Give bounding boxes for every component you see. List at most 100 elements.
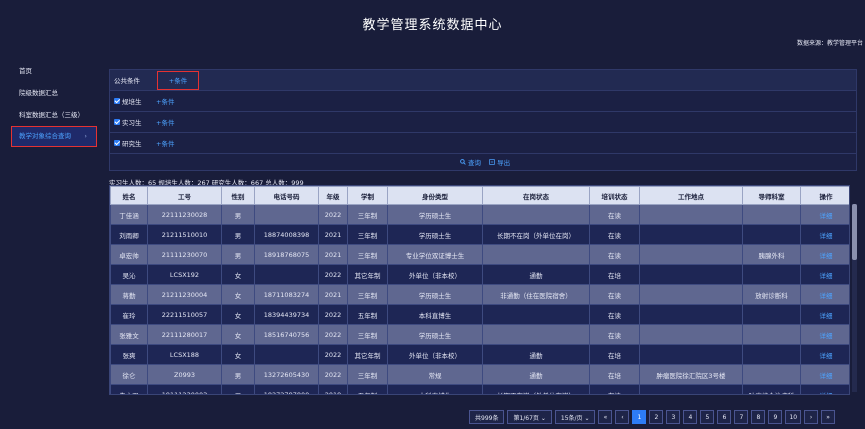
table-cell: 21211510010 xyxy=(147,224,222,245)
table-cell: 放射诊断科 xyxy=(742,284,801,305)
checkbox-graduate[interactable] xyxy=(114,140,120,146)
detail-link[interactable]: 详细 xyxy=(800,304,849,325)
page-number-button[interactable]: 7 xyxy=(734,410,749,424)
table-cell: 崔玲 xyxy=(110,304,148,325)
table-cell: 在培 xyxy=(589,264,640,285)
page-number-button[interactable]: 6 xyxy=(717,410,732,424)
table-cell: 学历硕士生 xyxy=(387,204,483,225)
table-cell: 长期不在岗（外单位在岗） xyxy=(482,224,590,245)
table-cell: 18394439734 xyxy=(254,304,319,325)
table-cell: 在培 xyxy=(589,344,640,365)
table-cell: 2022 xyxy=(318,344,348,365)
table-cell xyxy=(639,304,743,325)
table-cell: 18516740756 xyxy=(254,324,319,345)
page-number-button[interactable]: 8 xyxy=(751,410,766,424)
detail-link[interactable]: 详细 xyxy=(800,364,849,385)
add-condition-button[interactable]: +条件 xyxy=(156,138,174,148)
table-cell: 学历硕士生 xyxy=(387,224,483,245)
page-number-button[interactable]: 9 xyxy=(768,410,783,424)
table-cell xyxy=(742,324,801,345)
table-cell: 2021 xyxy=(318,244,348,265)
page-numbers: 1 2 3 4 5 6 7 8 9 10 xyxy=(632,410,802,424)
table-cell: 在读 xyxy=(589,284,640,305)
page-number-button[interactable]: 4 xyxy=(683,410,698,424)
filter-row-resident: 规培生 +条件 xyxy=(109,90,857,111)
add-condition-button[interactable]: +条件 xyxy=(157,70,199,90)
query-button[interactable]: 查询 xyxy=(460,157,481,167)
prev-page-button[interactable]: ‹ xyxy=(615,410,630,424)
table-row: 徐仑 Z0993 男 13272605430 2022 三年制 常规 通勤 在培 肿瘤医院徐汇院区… xyxy=(110,364,849,385)
column-header: 培训状态 xyxy=(589,186,640,205)
table-cell: 在读 xyxy=(589,384,640,394)
detail-link[interactable]: 详细 xyxy=(800,384,849,394)
table-cell: Z0993 xyxy=(147,364,222,385)
detail-link[interactable]: 详细 xyxy=(800,264,849,285)
page-number-button[interactable]: 1 xyxy=(632,410,647,424)
next-page-button[interactable]: › xyxy=(804,410,819,424)
table-header: 姓名 工号 性别 电话号码 年级 学制 身份类型 在岗状态 培训状态 工作地点 导师科室 操作 xyxy=(110,186,849,205)
table-cell xyxy=(482,204,590,225)
export-icon xyxy=(489,159,495,165)
table-cell xyxy=(742,204,801,225)
sidebar-item-teaching-object-query[interactable]: 教学对象综合查询 › xyxy=(11,126,97,147)
table-cell: 外单位（非本校） xyxy=(387,264,483,285)
table-cell: 女 xyxy=(221,324,255,345)
add-condition-button[interactable]: +条件 xyxy=(156,96,174,106)
table-cell: 吴沁 xyxy=(110,264,148,285)
detail-link[interactable]: 详细 xyxy=(800,204,849,225)
table-cell: 三年制 xyxy=(347,364,388,385)
table-cell: 张爽 xyxy=(110,344,148,365)
sidebar-item-department-summary[interactable]: 科室数据汇总（三级） xyxy=(0,104,100,126)
table-cell: 通勤 xyxy=(482,264,590,285)
table-cell: 外单位（非本校） xyxy=(387,344,483,365)
results-table: 姓名 工号 性别 电话号码 年级 学制 身份类型 在岗状态 培训状态 工作地点 导师科室 操作 丁佳涵… xyxy=(109,185,850,395)
table-cell xyxy=(254,204,319,225)
table-cell xyxy=(639,204,743,225)
table-cell: 18272787800 xyxy=(254,384,319,394)
table-cell xyxy=(742,344,801,365)
page-size-select[interactable]: 15条/页 ⌄ xyxy=(554,410,596,424)
sidebar-item-label: 教学对象综合查询 xyxy=(19,132,71,140)
table-cell: 学历硕士生 xyxy=(387,324,483,345)
detail-link[interactable]: 详细 xyxy=(800,344,849,365)
table-cell xyxy=(742,304,801,325)
sidebar-item-hospital-summary[interactable]: 院级数据汇总 xyxy=(0,82,100,104)
table-cell: 三年制 xyxy=(347,244,388,265)
table-cell: 19111230003 xyxy=(147,384,222,394)
table-cell: 2022 xyxy=(318,264,348,285)
table-row: 丁佳涵 22111230028 男 2022 三年制 学历硕士生 在读 详细 xyxy=(110,204,849,225)
scrollbar-thumb[interactable] xyxy=(852,204,857,260)
last-page-button[interactable]: » xyxy=(821,410,836,424)
table-cell: 非通勤（住在医院宿舍） xyxy=(482,284,590,305)
table-cell: 2021 xyxy=(318,224,348,245)
table-cell: 2022 xyxy=(318,204,348,225)
page-number-button[interactable]: 3 xyxy=(666,410,681,424)
table-cell xyxy=(742,264,801,285)
detail-link[interactable]: 详细 xyxy=(800,244,849,265)
table-cell xyxy=(639,224,743,245)
table-cell: 在读 xyxy=(589,304,640,325)
first-page-button[interactable]: « xyxy=(598,410,613,424)
table-cell: 男 xyxy=(221,224,255,245)
export-button[interactable]: 导出 xyxy=(489,157,510,167)
sidebar-item-label: 院级数据汇总 xyxy=(19,89,58,97)
table-cell: 专业学位双证博士生 xyxy=(387,244,483,265)
table-scrollbar[interactable] xyxy=(852,204,857,392)
checkbox-intern[interactable] xyxy=(114,119,120,125)
table-cell: 长期不在岗（外单位在岗） xyxy=(482,384,590,394)
detail-link[interactable]: 详细 xyxy=(800,284,849,305)
checkbox-resident[interactable] xyxy=(114,98,120,104)
sidebar-item-home[interactable]: 首页 xyxy=(0,60,100,82)
detail-link[interactable]: 详细 xyxy=(800,224,849,245)
page-select[interactable]: 第1/67页 ⌄ xyxy=(507,410,552,424)
table-cell: 本科直博生 xyxy=(387,384,483,394)
table-cell: 刘雨卿 xyxy=(110,224,148,245)
table-cell: 其它年制 xyxy=(347,264,388,285)
table-cell: 在读 xyxy=(589,204,640,225)
page-number-button[interactable]: 10 xyxy=(785,410,802,424)
page-number-button[interactable]: 5 xyxy=(700,410,715,424)
detail-link[interactable]: 详细 xyxy=(800,324,849,345)
page-number-button[interactable]: 2 xyxy=(649,410,664,424)
table-cell: 三年制 xyxy=(347,204,388,225)
add-condition-button[interactable]: +条件 xyxy=(156,117,174,127)
